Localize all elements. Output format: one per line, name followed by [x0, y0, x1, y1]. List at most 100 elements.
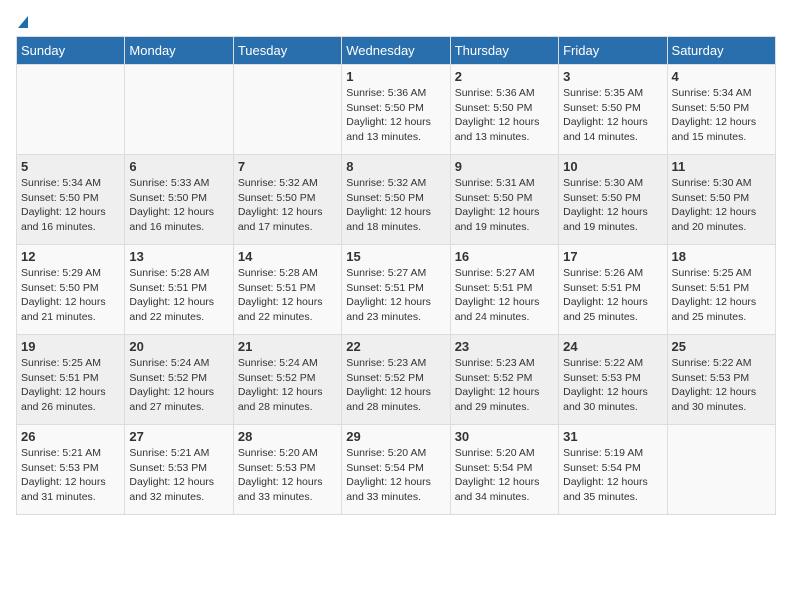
day-info: Sunrise: 5:23 AM Sunset: 5:52 PM Dayligh…	[455, 356, 554, 415]
day-number: 1	[346, 69, 445, 84]
day-info: Sunrise: 5:32 AM Sunset: 5:50 PM Dayligh…	[238, 176, 337, 235]
calendar-day-cell: 8Sunrise: 5:32 AM Sunset: 5:50 PM Daylig…	[342, 155, 450, 245]
day-number: 28	[238, 429, 337, 444]
day-info: Sunrise: 5:20 AM Sunset: 5:53 PM Dayligh…	[238, 446, 337, 505]
day-number: 20	[129, 339, 228, 354]
empty-day-cell	[17, 65, 125, 155]
day-info: Sunrise: 5:27 AM Sunset: 5:51 PM Dayligh…	[455, 266, 554, 325]
day-info: Sunrise: 5:24 AM Sunset: 5:52 PM Dayligh…	[238, 356, 337, 415]
calendar-day-cell: 13 Sunrise: 5:28 AM Sunset: 5:51 PM Dayli…	[125, 245, 233, 335]
calendar-day-cell: 26Sunrise: 5:21 AM Sunset: 5:53 PM Dayli…	[17, 425, 125, 515]
day-number: 6	[129, 159, 228, 174]
day-number: 21	[238, 339, 337, 354]
calendar-day-cell: 12Sunrise: 5:29 AM Sunset: 5:50 PM Dayli…	[17, 245, 125, 335]
day-info: Sunrise: 5:28 AM Sunset: 5:51 PM Dayligh…	[129, 266, 228, 325]
day-number: 14	[238, 249, 337, 264]
calendar-day-cell: 3 Sunrise: 5:35 AM Sunset: 5:50 PM Daylig…	[559, 65, 667, 155]
calendar-day-cell: 30 Sunrise: 5:20 AM Sunset: 5:54 PM Dayli…	[450, 425, 558, 515]
day-info: Sunrise: 5:34 AM Sunset: 5:50 PM Dayligh…	[672, 86, 771, 145]
calendar-day-cell: 23 Sunrise: 5:23 AM Sunset: 5:52 PM Dayli…	[450, 335, 558, 425]
calendar-week-row: 26 Sunrise: 5:21 AM Sunset: 5:53 PM Dayli…	[17, 425, 776, 515]
day-info: Sunrise: 5:20 AM Sunset: 5:54 PM Dayligh…	[455, 446, 554, 505]
weekday-header-thursday: Thursday	[450, 37, 558, 65]
day-info: Sunrise: 5:28 AM Sunset: 5:51 PM Dayligh…	[238, 266, 337, 325]
calendar-day-cell: 11Sunrise: 5:30 AM Sunset: 5:50 PM Dayli…	[667, 155, 775, 245]
calendar-day-cell: 2 Sunrise: 5:36 AM Sunset: 5:50 PM Daylig…	[450, 65, 558, 155]
calendar-day-cell: 31 Sunrise: 5:19 AM Sunset: 5:54 PM Dayli…	[559, 425, 667, 515]
day-number: 15	[346, 249, 445, 264]
calendar-header-row: SundayMondayTuesdayWednesdayThursdayFrid…	[17, 37, 776, 65]
weekday-header-saturday: Saturday	[667, 37, 775, 65]
day-info: Sunrise: 5:24 AM Sunset: 5:52 PM Dayligh…	[129, 356, 228, 415]
day-info: Sunrise: 5:19 AM Sunset: 5:54 PM Dayligh…	[563, 446, 662, 505]
calendar-day-cell: 25 Sunrise: 5:22 AM Sunset: 5:53 PM Dayli…	[667, 335, 775, 425]
calendar-day-cell: 5 Sunrise: 5:34 AM Sunset: 5:50 PM Daylig…	[17, 155, 125, 245]
day-info: Sunrise: 5:31 AM Sunset: 5:50 PM Dayligh…	[455, 176, 554, 235]
day-number: 13	[129, 249, 228, 264]
empty-day-cell	[125, 65, 233, 155]
day-number: 24	[563, 339, 662, 354]
day-number: 4	[672, 69, 771, 84]
logo-triangle-icon	[18, 16, 28, 28]
calendar-day-cell: 19 Sunrise: 5:25 AM Sunset: 5:51 PM Dayli…	[17, 335, 125, 425]
day-number: 18	[672, 249, 771, 264]
calendar-day-cell: 21 Sunrise: 5:24 AM Sunset: 5:52 PM Dayli…	[233, 335, 341, 425]
day-info: Sunrise: 5:30 AM Sunset: 5:50 PM Dayligh…	[672, 176, 771, 235]
day-number: 22	[346, 339, 445, 354]
day-number: 10	[563, 159, 662, 174]
day-number: 7	[238, 159, 337, 174]
day-info: Sunrise: 5:22 AM Sunset: 5:53 PM Dayligh…	[672, 356, 771, 415]
day-info: Sunrise: 5:36 AM Sunset: 5:50 PM Dayligh…	[455, 86, 554, 145]
day-info: Sunrise: 5:25 AM Sunset: 5:51 PM Dayligh…	[21, 356, 120, 415]
day-info: Sunrise: 5:35 AM Sunset: 5:50 PM Dayligh…	[563, 86, 662, 145]
day-info: Sunrise: 5:27 AM Sunset: 5:51 PM Dayligh…	[346, 266, 445, 325]
day-info: Sunrise: 5:21 AM Sunset: 5:53 PM Dayligh…	[129, 446, 228, 505]
calendar-day-cell: 18 Sunrise: 5:25 AM Sunset: 5:51 PM Dayli…	[667, 245, 775, 335]
calendar-day-cell: 28 Sunrise: 5:20 AM Sunset: 5:53 PM Dayli…	[233, 425, 341, 515]
calendar-week-row: 12Sunrise: 5:29 AM Sunset: 5:50 PM Dayli…	[17, 245, 776, 335]
day-info: Sunrise: 5:23 AM Sunset: 5:52 PM Dayligh…	[346, 356, 445, 415]
empty-day-cell	[667, 425, 775, 515]
weekday-header-sunday: Sunday	[17, 37, 125, 65]
day-number: 16	[455, 249, 554, 264]
day-info: Sunrise: 5:30 AM Sunset: 5:50 PM Dayligh…	[563, 176, 662, 235]
calendar-day-cell: 22 Sunrise: 5:23 AM Sunset: 5:52 PM Dayli…	[342, 335, 450, 425]
calendar-day-cell: 10 Sunrise: 5:30 AM Sunset: 5:50 PM Dayli…	[559, 155, 667, 245]
calendar-day-cell: 6Sunrise: 5:33 AM Sunset: 5:50 PM Daylig…	[125, 155, 233, 245]
weekday-header-wednesday: Wednesday	[342, 37, 450, 65]
day-number: 2	[455, 69, 554, 84]
weekday-header-monday: Monday	[125, 37, 233, 65]
calendar-week-row: 19 Sunrise: 5:25 AM Sunset: 5:51 PM Dayli…	[17, 335, 776, 425]
calendar-day-cell: 16 Sunrise: 5:27 AM Sunset: 5:51 PM Dayli…	[450, 245, 558, 335]
day-number: 30	[455, 429, 554, 444]
calendar-week-row: 1 Sunrise: 5:36 AM Sunset: 5:50 PM Daylig…	[17, 65, 776, 155]
calendar-day-cell: 15 Sunrise: 5:27 AM Sunset: 5:51 PM Dayli…	[342, 245, 450, 335]
day-number: 23	[455, 339, 554, 354]
calendar-day-cell: 7 Sunrise: 5:32 AM Sunset: 5:50 PM Daylig…	[233, 155, 341, 245]
day-info: Sunrise: 5:34 AM Sunset: 5:50 PM Dayligh…	[21, 176, 120, 235]
day-info: Sunrise: 5:25 AM Sunset: 5:51 PM Dayligh…	[672, 266, 771, 325]
calendar-day-cell: 20 Sunrise: 5:24 AM Sunset: 5:52 PM Dayli…	[125, 335, 233, 425]
day-number: 26	[21, 429, 120, 444]
day-number: 5	[21, 159, 120, 174]
day-info: Sunrise: 5:29 AM Sunset: 5:50 PM Dayligh…	[21, 266, 120, 325]
day-number: 9	[455, 159, 554, 174]
day-number: 8	[346, 159, 445, 174]
day-info: Sunrise: 5:22 AM Sunset: 5:53 PM Dayligh…	[563, 356, 662, 415]
page-header	[16, 16, 776, 28]
day-info: Sunrise: 5:20 AM Sunset: 5:54 PM Dayligh…	[346, 446, 445, 505]
day-info: Sunrise: 5:36 AM Sunset: 5:50 PM Dayligh…	[346, 86, 445, 145]
day-info: Sunrise: 5:26 AM Sunset: 5:51 PM Dayligh…	[563, 266, 662, 325]
calendar-day-cell: 27 Sunrise: 5:21 AM Sunset: 5:53 PM Dayli…	[125, 425, 233, 515]
day-number: 25	[672, 339, 771, 354]
calendar-day-cell: 29 Sunrise: 5:20 AM Sunset: 5:54 PM Dayli…	[342, 425, 450, 515]
day-number: 29	[346, 429, 445, 444]
calendar-day-cell: 24 Sunrise: 5:22 AM Sunset: 5:53 PM Dayli…	[559, 335, 667, 425]
day-number: 31	[563, 429, 662, 444]
calendar-day-cell: 17Sunrise: 5:26 AM Sunset: 5:51 PM Dayli…	[559, 245, 667, 335]
calendar-day-cell: 14 Sunrise: 5:28 AM Sunset: 5:51 PM Dayli…	[233, 245, 341, 335]
empty-day-cell	[233, 65, 341, 155]
day-number: 3	[563, 69, 662, 84]
day-number: 27	[129, 429, 228, 444]
day-number: 19	[21, 339, 120, 354]
